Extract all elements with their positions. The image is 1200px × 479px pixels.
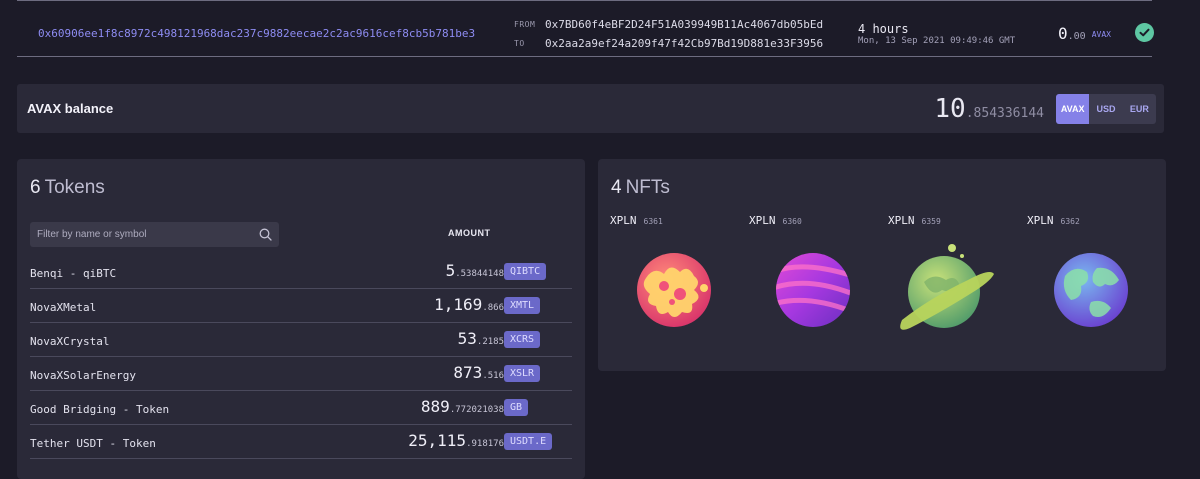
nft-id: 6359 xyxy=(921,217,941,226)
avax-balance-bar: AVAX balance 10.854336144 AVAX USD EUR xyxy=(17,84,1164,133)
token-row[interactable]: NovaXMetal 1,169.866 XMTL xyxy=(30,288,572,323)
nft-label: XPLN 6362 xyxy=(1027,214,1162,227)
from-address-link[interactable]: 0x7BD60f4eBF2D24F51A039949B11Ac4067db05b… xyxy=(545,18,823,31)
token-amount-integer: 1,169 xyxy=(434,295,483,314)
coral-planet-icon xyxy=(637,253,711,327)
token-symbol-badge: XCRS xyxy=(504,331,541,348)
nft-collection: XPLN xyxy=(610,214,637,227)
token-filter-input[interactable] xyxy=(30,222,257,247)
currency-toggle: AVAX USD EUR xyxy=(1056,94,1156,124)
balance-value: 10.854336144 xyxy=(934,94,1044,124)
token-name: NovaXCrystal xyxy=(30,335,110,348)
token-amount-decimal: .53844148 xyxy=(455,269,504,279)
divider xyxy=(17,56,1152,57)
nft-card[interactable]: XPLN 6359 xyxy=(888,214,1023,330)
transaction-hash-link[interactable]: 0x60906ee1f8c8972c498121968dac237c9882ee… xyxy=(38,27,475,40)
nfts-count: 4 xyxy=(611,177,622,198)
token-symbol-badge: USDT.E xyxy=(504,433,553,450)
nft-collection: XPLN xyxy=(888,214,915,227)
earth-planet-icon xyxy=(1054,253,1128,327)
nft-label: XPLN 6361 xyxy=(610,214,745,227)
divider xyxy=(17,0,1152,1)
token-amount-decimal: .516 xyxy=(482,371,504,381)
token-amount-decimal: .918176 xyxy=(466,439,504,449)
amount-decimal: .00 xyxy=(1067,31,1086,42)
currency-avax-button[interactable]: AVAX xyxy=(1056,94,1090,124)
balance-decimal: .854336144 xyxy=(965,106,1044,121)
striped-planet-icon xyxy=(776,253,850,327)
token-name: Tether USDT - Token xyxy=(30,437,156,450)
balance-title: AVAX balance xyxy=(27,101,114,116)
token-amount: 889.772021038 xyxy=(421,397,504,416)
search-icon[interactable] xyxy=(259,228,272,241)
token-name: NovaXSolarEnergy xyxy=(30,369,136,382)
token-row[interactable]: Benqi - qiBTC 5.53844148 QIBTC xyxy=(30,254,572,289)
token-row[interactable]: Good Bridging - Token 889.772021038 GB xyxy=(30,390,572,425)
token-symbol-badge: XMTL xyxy=(504,297,541,314)
check-circle-icon xyxy=(1135,23,1154,42)
token-amount-integer: 53 xyxy=(457,329,477,348)
token-row[interactable]: Tether USDT - Token 25,115.918176 USDT.E xyxy=(30,424,572,459)
currency-eur-button[interactable]: EUR xyxy=(1123,94,1156,124)
tokens-count: 6 xyxy=(30,177,41,198)
token-name: Benqi - qiBTC xyxy=(30,267,117,280)
token-amount-decimal: .2185 xyxy=(476,337,504,347)
token-amount: 25,115.918176 xyxy=(408,431,504,450)
nft-id: 6360 xyxy=(782,217,802,226)
token-name: NovaXMetal xyxy=(30,301,97,314)
balance-integer: 10 xyxy=(934,94,966,124)
nft-id: 6361 xyxy=(643,217,663,226)
token-amount-integer: 5 xyxy=(445,261,456,280)
tokens-label: Tokens xyxy=(44,177,105,198)
nft-id: 6362 xyxy=(1060,217,1080,226)
nfts-label: NFTs xyxy=(625,177,670,198)
token-symbol-badge: GB xyxy=(504,399,529,416)
nft-collection: XPLN xyxy=(749,214,776,227)
token-amount: 5.53844148 xyxy=(446,261,504,280)
token-row[interactable]: NovaXSolarEnergy 873.516 XSLR xyxy=(30,356,572,391)
token-symbol-badge: QIBTC xyxy=(504,263,547,280)
token-amount-integer: 25,115 xyxy=(408,431,467,450)
amount-unit: AVAX xyxy=(1091,30,1111,39)
tokens-panel: 6Tokens AMOUNT Benqi - qiBTC 5.53844148 … xyxy=(17,159,585,479)
tokens-title: 6 Tokens xyxy=(30,177,105,199)
amount-integer: 0 xyxy=(1058,24,1068,43)
nfts-panel: 4 NFTs XPLN 6361 XPLN 6360 XPLN 6359 XPL… xyxy=(598,159,1166,371)
token-name: Good Bridging - Token xyxy=(30,403,170,416)
nft-label: XPLN 6359 xyxy=(888,214,1023,227)
transaction-row[interactable]: 0x60906ee1f8c8972c498121968dac237c9882ee… xyxy=(17,0,1167,57)
token-amount-integer: 889 xyxy=(420,397,450,416)
token-amount: 1,169.866 xyxy=(434,295,504,314)
token-filter-box xyxy=(30,222,279,247)
to-address-link[interactable]: 0x2aa2a9ef24a209f47f42Cb97Bd19D881e33F39… xyxy=(545,37,823,50)
to-label: TO xyxy=(514,39,525,48)
nft-label: XPLN 6360 xyxy=(749,214,884,227)
token-amount-integer: 873 xyxy=(453,363,483,382)
transaction-amount: 0.00 AVAX xyxy=(1058,24,1111,43)
nft-card[interactable]: XPLN 6361 xyxy=(610,214,745,327)
ringed-planet-icon xyxy=(900,244,994,330)
nft-collection: XPLN xyxy=(1027,214,1054,227)
currency-usd-button[interactable]: USD xyxy=(1089,94,1122,124)
transaction-datetime: Mon, 13 Sep 2021 09:49:46 GMT xyxy=(858,36,1016,46)
from-label: FROM xyxy=(514,20,536,29)
token-amount: 873.516 xyxy=(453,363,504,382)
nft-card[interactable]: XPLN 6362 xyxy=(1027,214,1162,327)
token-symbol-badge: XSLR xyxy=(504,365,541,382)
token-row[interactable]: NovaXCrystal 53.2185 XCRS xyxy=(30,322,572,357)
token-amount: 53.2185 xyxy=(458,329,504,348)
nfts-title: 4 NFTs xyxy=(611,177,670,199)
amount-column-header: AMOUNT xyxy=(448,228,491,238)
token-amount-decimal: .772021038 xyxy=(449,405,504,415)
nft-card[interactable]: XPLN 6360 xyxy=(749,214,884,327)
token-amount-decimal: .866 xyxy=(482,303,504,313)
transaction-age: 4 hours xyxy=(858,22,909,36)
